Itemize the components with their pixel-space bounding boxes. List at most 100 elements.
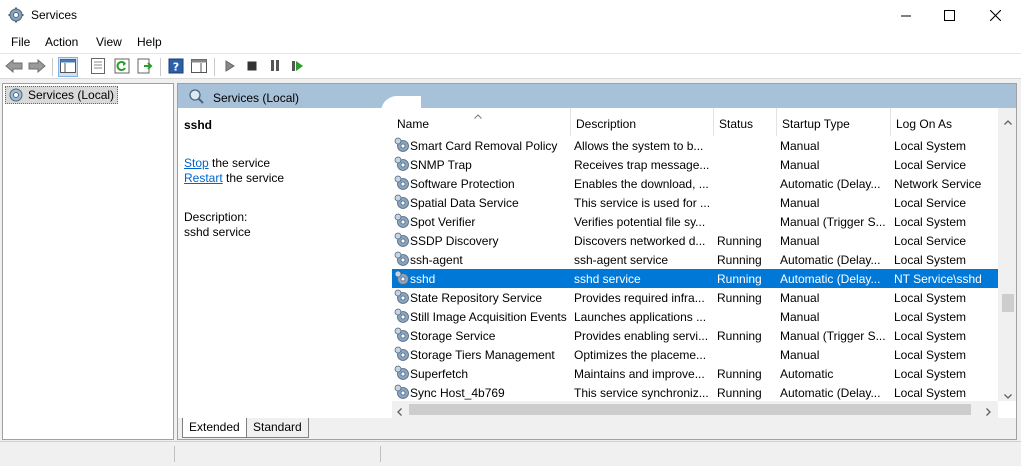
table-row[interactable]: sshd sshd service Running Automatic (Delay.…	[392, 269, 998, 288]
table-row[interactable]: ssh-agent ssh-agent service Running Automat…	[392, 250, 998, 269]
cell-startup: Manual	[780, 196, 820, 210]
cell-status: Running	[717, 291, 762, 305]
cell-description: Enables the download, ...	[574, 177, 709, 191]
column-header-status[interactable]: Status	[714, 108, 777, 136]
vertical-scrollbar[interactable]	[998, 108, 1016, 401]
cell-logon: Local System	[894, 329, 967, 343]
pane-header-label: Services (Local)	[213, 91, 300, 105]
export-list-button[interactable]	[135, 57, 155, 77]
stop-action: Stop the service	[184, 156, 270, 170]
window-title: Services	[31, 8, 78, 22]
cell-description: ssh-agent service	[574, 253, 669, 267]
menu-view[interactable]: View	[96, 35, 122, 49]
properties-button[interactable]	[88, 57, 108, 77]
table-row[interactable]: SNMP Trap Receives trap message... Manual L…	[392, 155, 998, 174]
menu-file[interactable]: File	[11, 35, 30, 49]
cell-startup: Automatic (Delay...	[780, 386, 881, 400]
restart-suffix: the service	[222, 171, 285, 185]
table-row[interactable]: Spatial Data Service This service is used…	[392, 193, 998, 212]
tab-extended[interactable]: Extended	[182, 418, 247, 438]
restart-link[interactable]: Restart	[184, 171, 223, 185]
cell-startup: Automatic (Delay...	[780, 253, 881, 267]
export-list-icon	[137, 58, 153, 77]
back-button[interactable]	[4, 57, 24, 77]
back-arrow-icon	[5, 58, 23, 76]
start-service-button[interactable]	[220, 57, 240, 77]
show-hide-tree-icon	[60, 58, 76, 76]
cell-name: Storage Service	[410, 329, 496, 343]
table-row[interactable]: Smart Card Removal Policy Allows the syst…	[392, 136, 998, 155]
table-row[interactable]: Superfetch Maintains and improve... Runnin…	[392, 364, 998, 383]
column-header-name[interactable]: Name	[392, 108, 571, 136]
cell-logon: NT Service\sshd	[894, 272, 982, 286]
cell-startup: Manual	[780, 310, 820, 324]
gear-icon	[394, 346, 410, 365]
table-row[interactable]: Spot Verifier Verifies potential file sy.…	[392, 212, 998, 231]
column-header-description[interactable]: Description	[571, 108, 714, 136]
cell-logon: Local System	[894, 253, 967, 267]
table-row[interactable]: Storage Service Provides enabling servi..…	[392, 326, 998, 345]
maximize-button[interactable]	[926, 0, 972, 31]
cell-logon: Network Service	[894, 177, 982, 191]
tree-item-services-local[interactable]: Services (Local)	[5, 86, 119, 104]
forward-arrow-icon	[28, 58, 46, 76]
refresh-button[interactable]	[112, 57, 132, 77]
cell-description: Optimizes the placeme...	[574, 348, 707, 362]
menu-help[interactable]: Help	[137, 35, 162, 49]
cell-description: Provides required infra...	[574, 291, 705, 305]
horizontal-scroll-thumb[interactable]	[409, 404, 971, 415]
toolbar-separator	[160, 58, 161, 76]
cell-description: Verifies potential file sy...	[574, 215, 706, 229]
tab-standard[interactable]: Standard	[246, 418, 309, 438]
gear-icon	[394, 137, 410, 156]
vertical-scroll-thumb[interactable]	[1002, 294, 1014, 312]
title-bar: Services	[0, 0, 1021, 31]
forward-button[interactable]	[27, 57, 47, 77]
cell-name: State Repository Service	[410, 291, 543, 305]
table-row[interactable]: SSDP Discovery Discovers networked d... Ru…	[392, 231, 998, 250]
pause-service-button[interactable]	[265, 57, 285, 77]
gear-icon	[394, 270, 410, 289]
minimize-button[interactable]	[883, 0, 929, 31]
show-action-pane-icon	[191, 58, 207, 76]
table-row[interactable]: Software Protection Enables the download,…	[392, 174, 998, 193]
cell-description: Discovers networked d...	[574, 234, 706, 248]
cell-startup: Manual	[780, 158, 820, 172]
status-separator	[380, 446, 381, 462]
cell-startup: Manual	[780, 291, 820, 305]
show-action-pane-button[interactable]	[189, 57, 209, 77]
horizontal-scrollbar[interactable]	[392, 401, 998, 418]
column-header-label: Status	[719, 117, 754, 131]
column-header-startup-type[interactable]: Startup Type	[777, 108, 891, 136]
column-header-label: Name	[397, 117, 430, 131]
menu-action[interactable]: Action	[45, 35, 78, 49]
close-button[interactable]	[972, 0, 1018, 31]
selected-service-name: sshd	[184, 118, 213, 132]
start-service-icon	[225, 59, 235, 75]
cell-status: Running	[717, 234, 762, 248]
help-icon: ?	[168, 58, 184, 77]
scroll-left-icon	[397, 405, 402, 418]
cell-status: Running	[717, 386, 762, 400]
cell-status: Running	[717, 272, 762, 286]
minimize-icon	[901, 11, 911, 21]
table-row[interactable]: Sync Host_4b769 This service synchroniz..…	[392, 383, 998, 402]
cell-description: Allows the system to b...	[574, 139, 704, 153]
table-row[interactable]: State Repository Service Provides require…	[392, 288, 998, 307]
resume-service-button[interactable]	[288, 57, 308, 77]
cell-startup: Automatic (Delay...	[780, 177, 881, 191]
cell-name: Spatial Data Service	[410, 196, 519, 210]
cell-logon: Local Service	[894, 234, 967, 248]
table-row[interactable]: Storage Tiers Management Optimizes the pl…	[392, 345, 998, 364]
help-button[interactable]: ?	[166, 57, 186, 77]
stop-service-button[interactable]	[242, 57, 262, 77]
cell-logon: Local System	[894, 348, 967, 362]
resume-service-icon	[292, 60, 304, 75]
show-hide-tree-button[interactable]	[58, 57, 78, 77]
toolbar: ?	[0, 53, 1021, 79]
column-header-log-on-as[interactable]: Log On As	[891, 108, 998, 136]
svg-text:?: ?	[173, 60, 179, 73]
stop-link[interactable]: Stop	[184, 156, 209, 170]
table-row[interactable]: Still Image Acquisition Events Launches a…	[392, 307, 998, 326]
scroll-right-icon	[986, 405, 991, 418]
